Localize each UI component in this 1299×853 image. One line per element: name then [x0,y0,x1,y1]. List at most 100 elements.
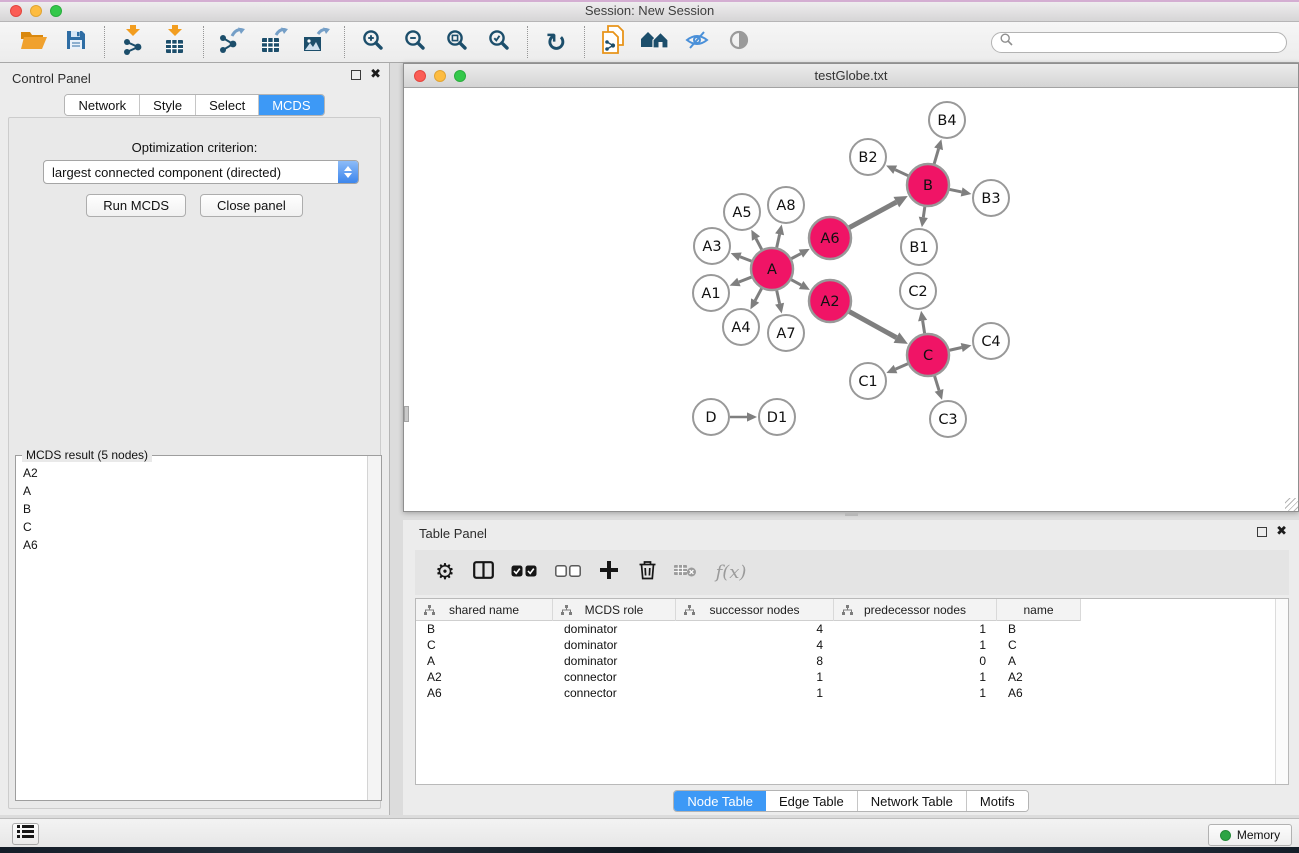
table-tab-node-table[interactable]: Node Table [674,791,766,811]
table-tab-motifs[interactable]: Motifs [967,791,1028,811]
add-column-button[interactable] [595,558,623,588]
import-network-button[interactable] [115,26,151,58]
minimize-window-button[interactable] [30,5,42,17]
node-A3[interactable]: A3 [694,228,730,264]
hide-graphics-details-button[interactable] [679,26,715,58]
tab-select[interactable]: Select [196,95,259,115]
export-network-button[interactable] [214,26,250,58]
export-image-button[interactable] [298,26,334,58]
zoom-window-button[interactable] [50,5,62,17]
network-minimize-button[interactable] [434,70,446,82]
node-A7[interactable]: A7 [768,315,804,351]
node-C4[interactable]: C4 [973,323,1009,359]
table-scrollbar[interactable] [1275,599,1288,784]
table-row-a6[interactable]: A6connector11A6 [416,685,1081,701]
table-tab-edge-table[interactable]: Edge Table [766,791,858,811]
search-input[interactable] [1018,35,1278,49]
result-item-c[interactable]: C [17,518,366,536]
zoom-fit-button[interactable] [439,26,475,58]
edge-A6-B[interactable] [849,196,907,228]
deselect-all-columns-button[interactable] [551,558,585,588]
edge-D-D1[interactable] [730,412,757,421]
network-zoom-button[interactable] [454,70,466,82]
column-header-successor-nodes[interactable]: successor nodes [676,599,834,621]
node-C[interactable]: C [907,334,949,376]
edge-B-B4[interactable] [934,139,943,164]
select-all-columns-button[interactable] [507,558,541,588]
close-table-panel-icon[interactable]: ✖ [1276,527,1287,537]
refresh-view-button[interactable]: ↻ [538,26,574,58]
node-B3[interactable]: B3 [973,180,1009,216]
tab-mcds[interactable]: MCDS [259,95,323,115]
node-A1[interactable]: A1 [693,275,729,311]
edge-A2-C[interactable] [849,312,908,344]
delete-columns-button[interactable] [633,558,661,588]
node-A[interactable]: A [751,248,793,290]
node-C3[interactable]: C3 [930,401,966,437]
zoom-out-button[interactable] [397,26,433,58]
node-C2[interactable]: C2 [900,273,936,309]
table-row-a2[interactable]: A2connector11A2 [416,669,1081,685]
float-panel-icon[interactable] [351,70,361,80]
node-D1[interactable]: D1 [759,399,795,435]
table-settings-button[interactable]: ⚙ [431,558,459,588]
splitter-handle[interactable] [845,513,858,516]
edge-B-B1[interactable] [919,207,928,227]
node-A6[interactable]: A6 [809,217,851,259]
result-item-b[interactable]: B [17,500,366,518]
result-item-a2[interactable]: A2 [17,464,366,482]
table-row-c[interactable]: Cdominator41C [416,637,1081,653]
window-resize-grip[interactable] [1285,498,1298,511]
edge-A-A2[interactable] [791,280,810,290]
edge-A-A6[interactable] [791,249,809,259]
column-header-mcds-role[interactable]: MCDS role [553,599,676,621]
table-tab-network-table[interactable]: Network Table [858,791,967,811]
network-close-button[interactable] [414,70,426,82]
close-window-button[interactable] [10,5,22,17]
close-panel-icon[interactable]: ✖ [370,70,381,80]
node-B1[interactable]: B1 [901,229,937,265]
edge-B-B3[interactable] [950,187,972,196]
network-from-document-button[interactable] [595,26,631,58]
edge-A-A7[interactable] [775,290,784,313]
memory-button[interactable]: Memory [1208,824,1292,846]
run-mcds-button[interactable]: Run MCDS [86,194,186,217]
mcds-list-scrollbar[interactable] [367,456,381,800]
close-panel-button[interactable]: Close panel [200,194,303,217]
criterion-dropdown[interactable]: largest connected component (directed) [43,160,359,184]
node-A5[interactable]: A5 [724,194,760,230]
node-D[interactable]: D [693,399,729,435]
result-item-a6[interactable]: A6 [17,536,366,554]
search-field[interactable] [991,32,1287,53]
export-table-button[interactable] [256,26,292,58]
node-C1[interactable]: C1 [850,363,886,399]
home-button[interactable] [637,26,673,58]
edge-A-A8[interactable] [775,225,784,248]
result-item-a[interactable]: A [17,482,366,500]
bird-view-toggle-button[interactable] [721,26,757,58]
node-B2[interactable]: B2 [850,139,886,175]
edge-C-C4[interactable] [949,343,971,352]
tab-style[interactable]: Style [140,95,196,115]
node-A2[interactable]: A2 [809,280,851,322]
edge-A-A5[interactable] [751,230,761,250]
edge-C-C3[interactable] [935,376,944,400]
node-B4[interactable]: B4 [929,102,965,138]
table-row-b[interactable]: Bdominator41B [416,621,1081,637]
import-table-button[interactable] [157,26,193,58]
edge-A-A4[interactable] [750,288,761,309]
zoom-selected-button[interactable] [481,26,517,58]
tab-network[interactable]: Network [65,95,140,115]
function-builder-button[interactable]: f(x) [709,558,753,588]
edge-C-C1[interactable] [886,364,907,374]
float-table-panel-icon[interactable] [1257,527,1267,537]
save-session-button[interactable] [58,26,94,58]
column-header-predecessor-nodes[interactable]: predecessor nodes [834,599,997,621]
zoom-in-button[interactable] [355,26,391,58]
node-A8[interactable]: A8 [768,187,804,223]
open-session-button[interactable] [16,26,52,58]
edge-A-A1[interactable] [730,277,752,286]
column-header-shared-name[interactable]: shared name [416,599,553,621]
edge-C-C2[interactable] [918,311,927,334]
column-header-name[interactable]: name [997,599,1081,621]
